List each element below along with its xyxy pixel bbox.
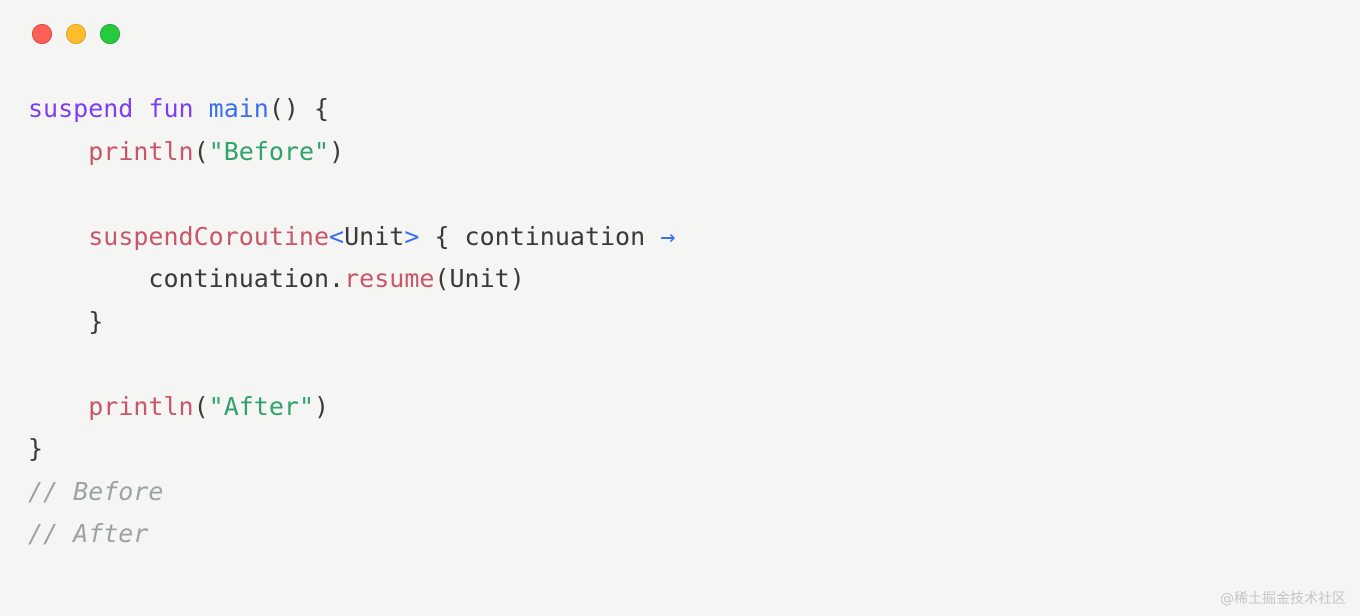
- code-token: "After": [209, 392, 314, 421]
- code-token: {: [299, 94, 329, 123]
- code-token: "Before": [209, 137, 329, 166]
- code-token: ): [314, 392, 329, 421]
- code-token: [194, 94, 209, 123]
- code-token: [645, 222, 660, 251]
- code-token: println: [88, 137, 193, 166]
- code-token: {: [419, 222, 464, 251]
- code-token: ): [329, 137, 344, 166]
- code-token: suspendCoroutine: [88, 222, 329, 251]
- code-line: }: [28, 434, 43, 463]
- code-token: // After: [28, 519, 148, 548]
- code-token: ): [510, 264, 525, 293]
- code-block: suspend fun main() { println("Before") s…: [28, 88, 1332, 556]
- code-line: println("After"): [28, 392, 329, 421]
- code-line: suspend fun main() {: [28, 94, 329, 123]
- code-token: [133, 94, 148, 123]
- code-line: // After: [28, 519, 148, 548]
- code-window: suspend fun main() { println("Before") s…: [0, 0, 1360, 580]
- code-token: continuation: [465, 222, 646, 251]
- code-token: // Before: [28, 477, 163, 506]
- code-token: suspend: [28, 94, 133, 123]
- code-token: (): [269, 94, 299, 123]
- close-icon[interactable]: [32, 24, 52, 44]
- minimize-icon[interactable]: [66, 24, 86, 44]
- code-token: continuation: [148, 264, 329, 293]
- code-token: (: [194, 392, 209, 421]
- code-token: fun: [148, 94, 193, 123]
- code-token: >: [404, 222, 419, 251]
- code-token: Unit: [344, 222, 404, 251]
- code-line: }: [28, 307, 103, 336]
- zoom-icon[interactable]: [100, 24, 120, 44]
- code-token: <: [329, 222, 344, 251]
- code-token: resume: [344, 264, 434, 293]
- code-token: }: [28, 434, 43, 463]
- code-token: (: [434, 264, 449, 293]
- code-token: println: [88, 392, 193, 421]
- code-line: suspendCoroutine<Unit> { continuation →: [28, 222, 675, 251]
- traffic-lights: [32, 24, 1332, 44]
- code-line: // Before: [28, 477, 163, 506]
- code-token: →: [660, 222, 675, 251]
- code-line: continuation.resume(Unit): [28, 264, 525, 293]
- code-line: println("Before"): [28, 137, 344, 166]
- code-token: Unit: [449, 264, 509, 293]
- code-token: (: [194, 137, 209, 166]
- code-token: }: [88, 307, 103, 336]
- code-token: .: [329, 264, 344, 293]
- watermark: @稀土掘金技术社区: [1220, 588, 1346, 608]
- code-token: main: [209, 94, 269, 123]
